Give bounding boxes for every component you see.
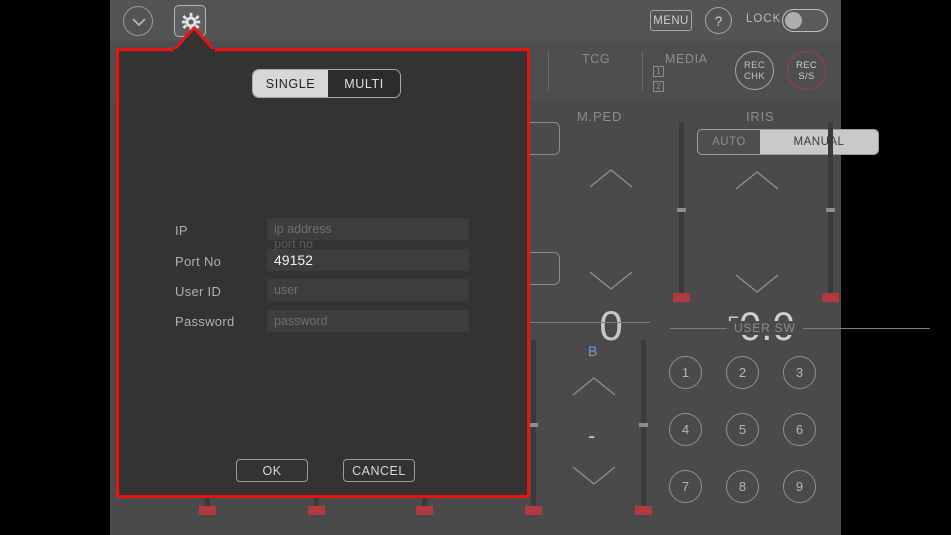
mode-single-button[interactable]: SINGLE xyxy=(253,70,328,97)
mped-slider-marker xyxy=(673,293,690,302)
lock-toggle-knob xyxy=(785,12,802,29)
password-input[interactable]: password xyxy=(267,310,469,332)
connection-settings-dialog: SINGLE MULTI IP ip address port no Port … xyxy=(116,48,530,498)
password-label: Password xyxy=(175,314,235,329)
rec-chk-line2: CHK xyxy=(744,70,765,82)
port-no-label: Port No xyxy=(175,254,222,269)
iris-slider[interactable] xyxy=(822,122,839,302)
port-no-input[interactable]: 49152 xyxy=(267,249,469,271)
screen-root: MENU ? LOCK TCG MEDIA 1 2 REC CHK REC S/… xyxy=(0,0,951,535)
user-sw-button-3[interactable]: 3 xyxy=(783,356,816,389)
iris-mode-toggle[interactable]: AUTO MANUAL xyxy=(697,129,879,155)
slider-5[interactable] xyxy=(635,340,652,515)
slider-5-thumb[interactable] xyxy=(639,423,648,427)
slider-1-marker xyxy=(199,506,216,515)
mped-decrease-button[interactable] xyxy=(588,270,634,291)
app-header: MENU ? LOCK xyxy=(110,0,841,41)
dialog-pointer xyxy=(171,26,217,52)
user-sw-button-8[interactable]: 8 xyxy=(726,470,759,503)
slider-3-marker xyxy=(416,506,433,515)
slider-4[interactable] xyxy=(525,340,542,515)
lock-toggle[interactable] xyxy=(782,9,828,32)
user-sw-button-5[interactable]: 5 xyxy=(726,413,759,446)
media-slot-1[interactable]: 1 xyxy=(653,66,664,77)
iris-mode-manual[interactable]: MANUAL xyxy=(760,130,878,154)
user-sw-button-9[interactable]: 9 xyxy=(783,470,816,503)
iris-slider-marker xyxy=(822,293,839,302)
help-button-label: ? xyxy=(714,12,723,29)
mped-title: M.PED xyxy=(577,109,623,124)
user-sw-button-6[interactable]: 6 xyxy=(783,413,816,446)
blue-increase-button[interactable] xyxy=(571,376,617,397)
media-slot-2[interactable]: 2 xyxy=(653,81,664,92)
blue-channel-label: B xyxy=(588,343,598,359)
ip-label: IP xyxy=(175,223,188,238)
iris-mode-auto[interactable]: AUTO xyxy=(698,130,760,154)
user-id-label: User ID xyxy=(175,284,222,299)
slider-4-thumb[interactable] xyxy=(529,423,538,427)
divider xyxy=(642,51,643,91)
user-sw-button-1[interactable]: 1 xyxy=(669,356,702,389)
slider-5-marker xyxy=(635,506,652,515)
slider-2-marker xyxy=(308,506,325,515)
lock-label: LOCK xyxy=(746,13,782,25)
rec-ss-line2: S/S xyxy=(798,70,815,82)
ok-button[interactable]: OK xyxy=(236,459,308,482)
user-sw-button-4[interactable]: 4 xyxy=(669,413,702,446)
mped-slider[interactable] xyxy=(673,122,690,302)
media-label: MEDIA xyxy=(665,52,708,66)
user-id-input[interactable]: user xyxy=(267,279,469,301)
usersw-section-label: USER SW xyxy=(727,321,803,335)
help-button[interactable]: ? xyxy=(705,7,732,34)
cancel-button[interactable]: CANCEL xyxy=(343,459,415,482)
menu-button-label: MENU xyxy=(653,14,689,27)
rec-start-stop-button[interactable]: REC S/S xyxy=(787,51,826,90)
mped-slider-thumb[interactable] xyxy=(677,208,686,212)
mped-increase-button[interactable] xyxy=(588,168,634,189)
slider-4-marker xyxy=(525,506,542,515)
ip-input[interactable]: ip address xyxy=(267,218,469,240)
user-sw-button-2[interactable]: 2 xyxy=(726,356,759,389)
iris-title: IRIS xyxy=(746,109,775,124)
rec-chk-button[interactable]: REC CHK xyxy=(735,51,774,90)
chevron-down-icon[interactable] xyxy=(123,6,153,36)
blue-channel-value: - xyxy=(588,423,596,448)
divider xyxy=(548,51,549,91)
blue-decrease-button[interactable] xyxy=(571,465,617,486)
iris-increase-button[interactable] xyxy=(734,170,780,191)
rec-ss-line1: REC xyxy=(796,59,817,71)
menu-button[interactable]: MENU xyxy=(650,10,692,31)
iris-slider-thumb[interactable] xyxy=(826,208,835,212)
rec-chk-line1: REC xyxy=(744,59,765,71)
mode-multi-button[interactable]: MULTI xyxy=(327,70,400,97)
user-sw-button-7[interactable]: 7 xyxy=(669,470,702,503)
tcg-label: TCG xyxy=(582,52,611,66)
iris-decrease-button[interactable] xyxy=(734,273,780,294)
connection-mode-toggle[interactable]: SINGLE MULTI xyxy=(252,69,401,98)
